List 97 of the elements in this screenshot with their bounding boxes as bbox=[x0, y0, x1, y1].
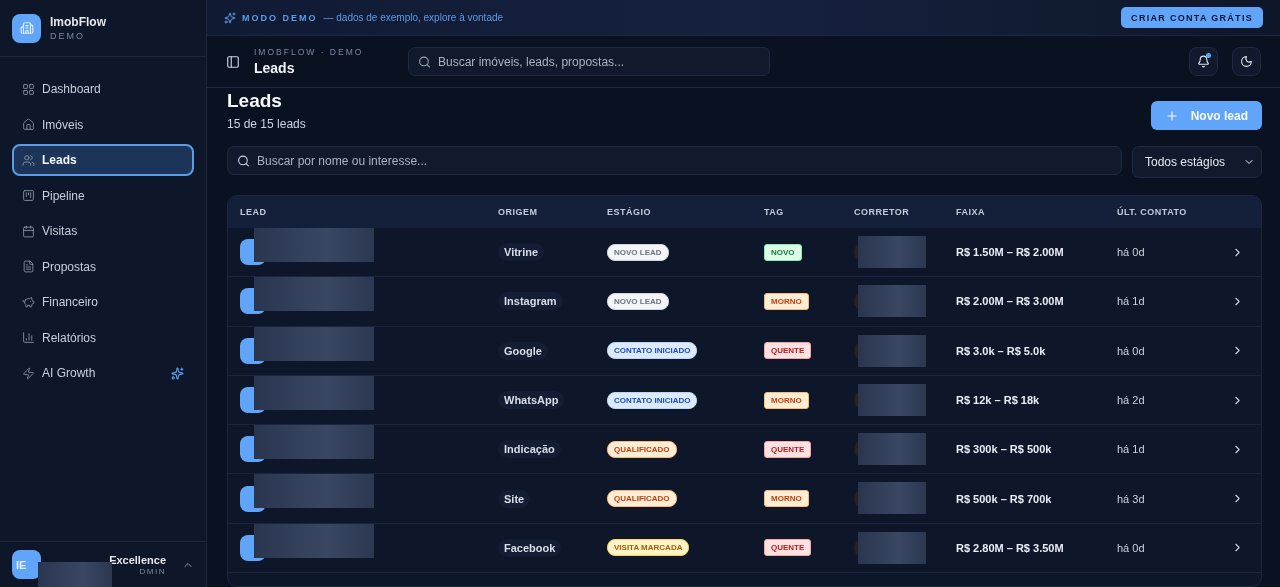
last-contact: há 0d bbox=[1117, 541, 1146, 554]
global-search-field[interactable]: Buscar imóveis, leads, propostas... bbox=[408, 47, 770, 76]
last-contact: há 0d bbox=[1117, 246, 1146, 259]
page-title: Leads bbox=[227, 90, 283, 112]
origin-label: Vitrine bbox=[498, 243, 545, 262]
sidebar-item[interactable]: Dashboard bbox=[12, 73, 194, 105]
header-title: Leads bbox=[254, 60, 296, 76]
last-contact: há 1d bbox=[1117, 295, 1146, 308]
calendar-icon bbox=[22, 224, 35, 238]
origin-label: WhatsApp bbox=[498, 391, 565, 410]
stage-badge: NOVO LEAD bbox=[607, 243, 669, 261]
tag-badge: QUENTE bbox=[764, 342, 812, 360]
column-header: ÚLT. CONTATO bbox=[1117, 207, 1188, 217]
tag-badge: QUENTE bbox=[764, 440, 812, 458]
bar-chart-icon bbox=[22, 331, 35, 344]
origin-label: Indicação bbox=[498, 440, 561, 459]
stage-filter-dropdown[interactable]: Todos estágios bbox=[1132, 146, 1262, 178]
sidebar-item[interactable]: Visitas bbox=[12, 215, 194, 247]
column-header: TAG bbox=[764, 207, 785, 217]
user-role: DMIN bbox=[139, 566, 166, 576]
sidebar-item[interactable]: Leads bbox=[12, 144, 194, 176]
board-icon bbox=[22, 189, 35, 202]
price-range: R$ 1.50M – R$ 2.00M bbox=[956, 246, 1065, 259]
moon-icon bbox=[1240, 55, 1253, 68]
demo-text: — dados de exemplo, explore à vontade bbox=[323, 12, 505, 23]
brand-name: ImobFlow bbox=[50, 15, 106, 29]
column-header: FAIXA bbox=[956, 207, 986, 217]
tag-badge: QUENTE bbox=[764, 539, 812, 557]
column-header: ESTÁGIO bbox=[607, 207, 652, 217]
redaction-block bbox=[858, 433, 926, 466]
piggy-bank-icon bbox=[22, 295, 35, 309]
create-account-button[interactable]: CRIAR CONTA GRÁTIS bbox=[1121, 7, 1263, 28]
last-contact: há 2d bbox=[1117, 394, 1146, 407]
origin-label: Site bbox=[498, 489, 531, 508]
column-header: ORIGEM bbox=[498, 207, 539, 217]
table-row[interactable]: Vitrine NOVO LEAD NOVO R$ 1.50M – R$ 2.00M há 0d bbox=[228, 228, 1261, 278]
sidebar-item[interactable]: Financeiro bbox=[12, 286, 194, 318]
stage-badge: VISITA MARCADA bbox=[607, 539, 690, 557]
theme-toggle-button[interactable] bbox=[1232, 47, 1261, 76]
stage-badge: CONTATO INICIADO bbox=[607, 391, 698, 409]
document-icon bbox=[22, 260, 35, 273]
table-row[interactable]: Site QUALIFICADO MORNO R$ 500k – R$ 700k há 3d bbox=[228, 474, 1261, 524]
column-header: LEAD bbox=[240, 207, 268, 217]
tag-badge: MORNO bbox=[764, 391, 809, 409]
sparkle-icon bbox=[224, 11, 236, 24]
price-range: R$ 300k – R$ 500k bbox=[956, 443, 1053, 456]
stage-badge: CONTATO INICIADO bbox=[607, 342, 698, 360]
table-row[interactable]: Facebook VISITA MARCADA QUENTE R$ 2.80M – R$ 3.50M há 0d bbox=[228, 523, 1261, 574]
tag-badge: NOVO bbox=[764, 243, 802, 261]
sidebar-item[interactable]: Pipeline bbox=[12, 179, 194, 212]
column-header: CORRETOR bbox=[854, 207, 911, 217]
redaction-block bbox=[858, 285, 926, 318]
price-range: R$ 3.0k – R$ 5.0k bbox=[956, 344, 1047, 357]
origin-label: Instagram bbox=[498, 292, 563, 311]
table-row[interactable]: Indicação QUALIFICADO QUENTE R$ 300k – R$ 500k há 1d bbox=[228, 425, 1261, 475]
sidebar-toggle-icon[interactable] bbox=[226, 54, 240, 69]
table-row[interactable]: Google CONTATO INICIADO QUENTE R$ 3.0k – R$ 5.0k há 0d bbox=[228, 326, 1261, 376]
price-range: R$ 2.00M – R$ 3.00M bbox=[956, 295, 1065, 308]
user-name: Excellence bbox=[109, 553, 166, 566]
stage-badge: QUALIFICADO bbox=[607, 440, 677, 458]
table-row[interactable]: WhatsApp CONTATO INICIADO MORNO R$ 12k – R$ 18k há 2d bbox=[228, 375, 1261, 426]
redaction-block bbox=[858, 383, 926, 416]
lightning-icon bbox=[22, 366, 35, 380]
redaction-block bbox=[858, 482, 926, 515]
price-range: R$ 12k – R$ 18k bbox=[956, 394, 1041, 407]
lead-count: 15 de 15 leads bbox=[227, 117, 306, 131]
last-contact: há 1d bbox=[1117, 443, 1146, 456]
price-range: R$ 2.80M – R$ 3.50M bbox=[956, 541, 1065, 554]
grid-icon bbox=[22, 82, 35, 96]
brand-subtitle: DEMO bbox=[50, 31, 86, 41]
stage-badge: QUALIFICADO bbox=[607, 490, 677, 508]
redaction-block bbox=[858, 236, 926, 268]
sidebar-item[interactable]: Imóveis bbox=[12, 108, 194, 141]
stage-badge: NOVO LEAD bbox=[607, 292, 669, 310]
redaction-block bbox=[858, 334, 926, 367]
last-contact: há 0d bbox=[1117, 344, 1146, 357]
tag-badge: MORNO bbox=[764, 490, 809, 508]
user-avatar: IE bbox=[12, 550, 41, 579]
bell-icon bbox=[1197, 55, 1210, 68]
last-contact: há 3d bbox=[1117, 492, 1146, 505]
sidebar-item[interactable]: Relatórios bbox=[12, 321, 194, 354]
origin-label: Google bbox=[498, 341, 548, 360]
logo-icon bbox=[12, 13, 41, 43]
notifications-button[interactable] bbox=[1189, 47, 1218, 76]
sidebar-item[interactable]: AI Growth bbox=[12, 357, 194, 389]
tag-badge: MORNO bbox=[764, 292, 809, 310]
demo-label: MODO DEMO bbox=[242, 12, 318, 23]
users-icon bbox=[22, 153, 35, 167]
table-row[interactable]: Instagram NOVO LEAD MORNO R$ 2.00M – R$ 3.00M há 1d bbox=[228, 277, 1261, 327]
plus-icon bbox=[1164, 108, 1179, 123]
redaction-block bbox=[858, 531, 926, 564]
lead-search-field[interactable]: Buscar por nome ou interesse... bbox=[227, 146, 1122, 175]
house-icon bbox=[22, 118, 35, 131]
origin-label: Facebook bbox=[498, 538, 562, 557]
price-range: R$ 500k – R$ 700k bbox=[956, 492, 1053, 505]
breadcrumb: IMOBFLOW · DEMO bbox=[254, 47, 365, 57]
sidebar-item[interactable]: Propostas bbox=[12, 250, 194, 283]
